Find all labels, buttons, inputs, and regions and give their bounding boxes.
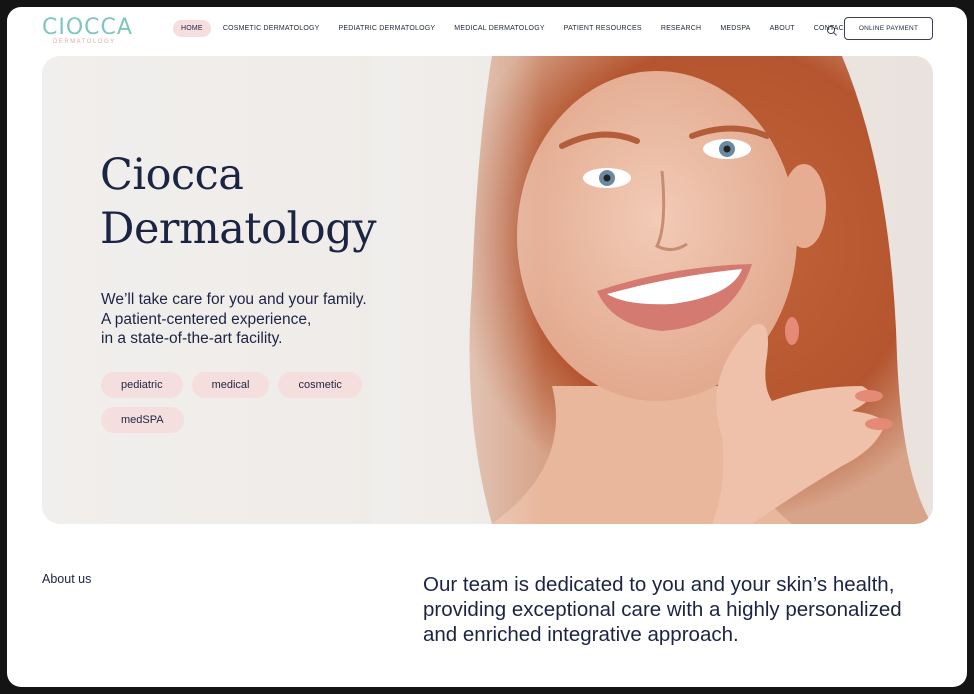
chip-pediatric[interactable]: pediatric	[101, 372, 183, 398]
hero-title: Ciocca Dermatology	[100, 148, 420, 256]
service-chips: pediatric medical cosmetic medSPA	[101, 372, 381, 442]
hero-subtitle-line-1: We’ll take care for you and your family.	[101, 291, 367, 308]
online-payment-button[interactable]: ONLINE PAYMENT	[844, 17, 933, 40]
main-nav: HOME COSMETIC DERMATOLOGY PEDIATRIC DERM…	[173, 20, 860, 37]
nav-item-research[interactable]: RESEARCH	[654, 20, 709, 37]
nav-item-medical-dermatology[interactable]: MEDICAL DERMATOLOGY	[447, 20, 551, 37]
logo[interactable]: CIOCCA DERMATOLOGY	[42, 15, 133, 45]
nav-item-about[interactable]: ABOUT	[763, 20, 802, 37]
chip-cosmetic[interactable]: cosmetic	[278, 372, 362, 398]
nav-item-cosmetic-dermatology[interactable]: COSMETIC DERMATOLOGY	[216, 20, 327, 37]
nav-item-home[interactable]: HOME	[173, 20, 211, 37]
hero-title-line-1: Ciocca	[100, 150, 244, 200]
page-frame: CIOCCA DERMATOLOGY HOME COSMETIC DERMATO…	[7, 7, 967, 687]
hero-subtitle-line-2: A patient-centered experience,	[101, 310, 312, 328]
search-icon[interactable]	[826, 24, 838, 36]
nav-item-medspa[interactable]: MEDSPA	[713, 20, 757, 37]
chip-medspa[interactable]: medSPA	[101, 407, 184, 433]
hero-subtitle: We’ll take care for you and your family.…	[101, 290, 421, 349]
chip-medical[interactable]: medical	[191, 372, 270, 398]
nav-item-patient-resources[interactable]: PATIENT RESOURCES	[557, 20, 649, 37]
logo-mark: CIOCCA	[42, 15, 133, 40]
about-text: Our team is dedicated to you and your sk…	[423, 573, 902, 646]
hero-subtitle-line-3: in a state-of-the-art facility.	[101, 330, 283, 347]
about-label: About us	[42, 572, 92, 586]
hero-section: Ciocca Dermatology We’ll take care for y…	[42, 56, 933, 524]
nav-item-pediatric-dermatology[interactable]: PEDIATRIC DERMATOLOGY	[332, 20, 443, 37]
hero-title-line-2: Dermatology	[100, 204, 377, 254]
